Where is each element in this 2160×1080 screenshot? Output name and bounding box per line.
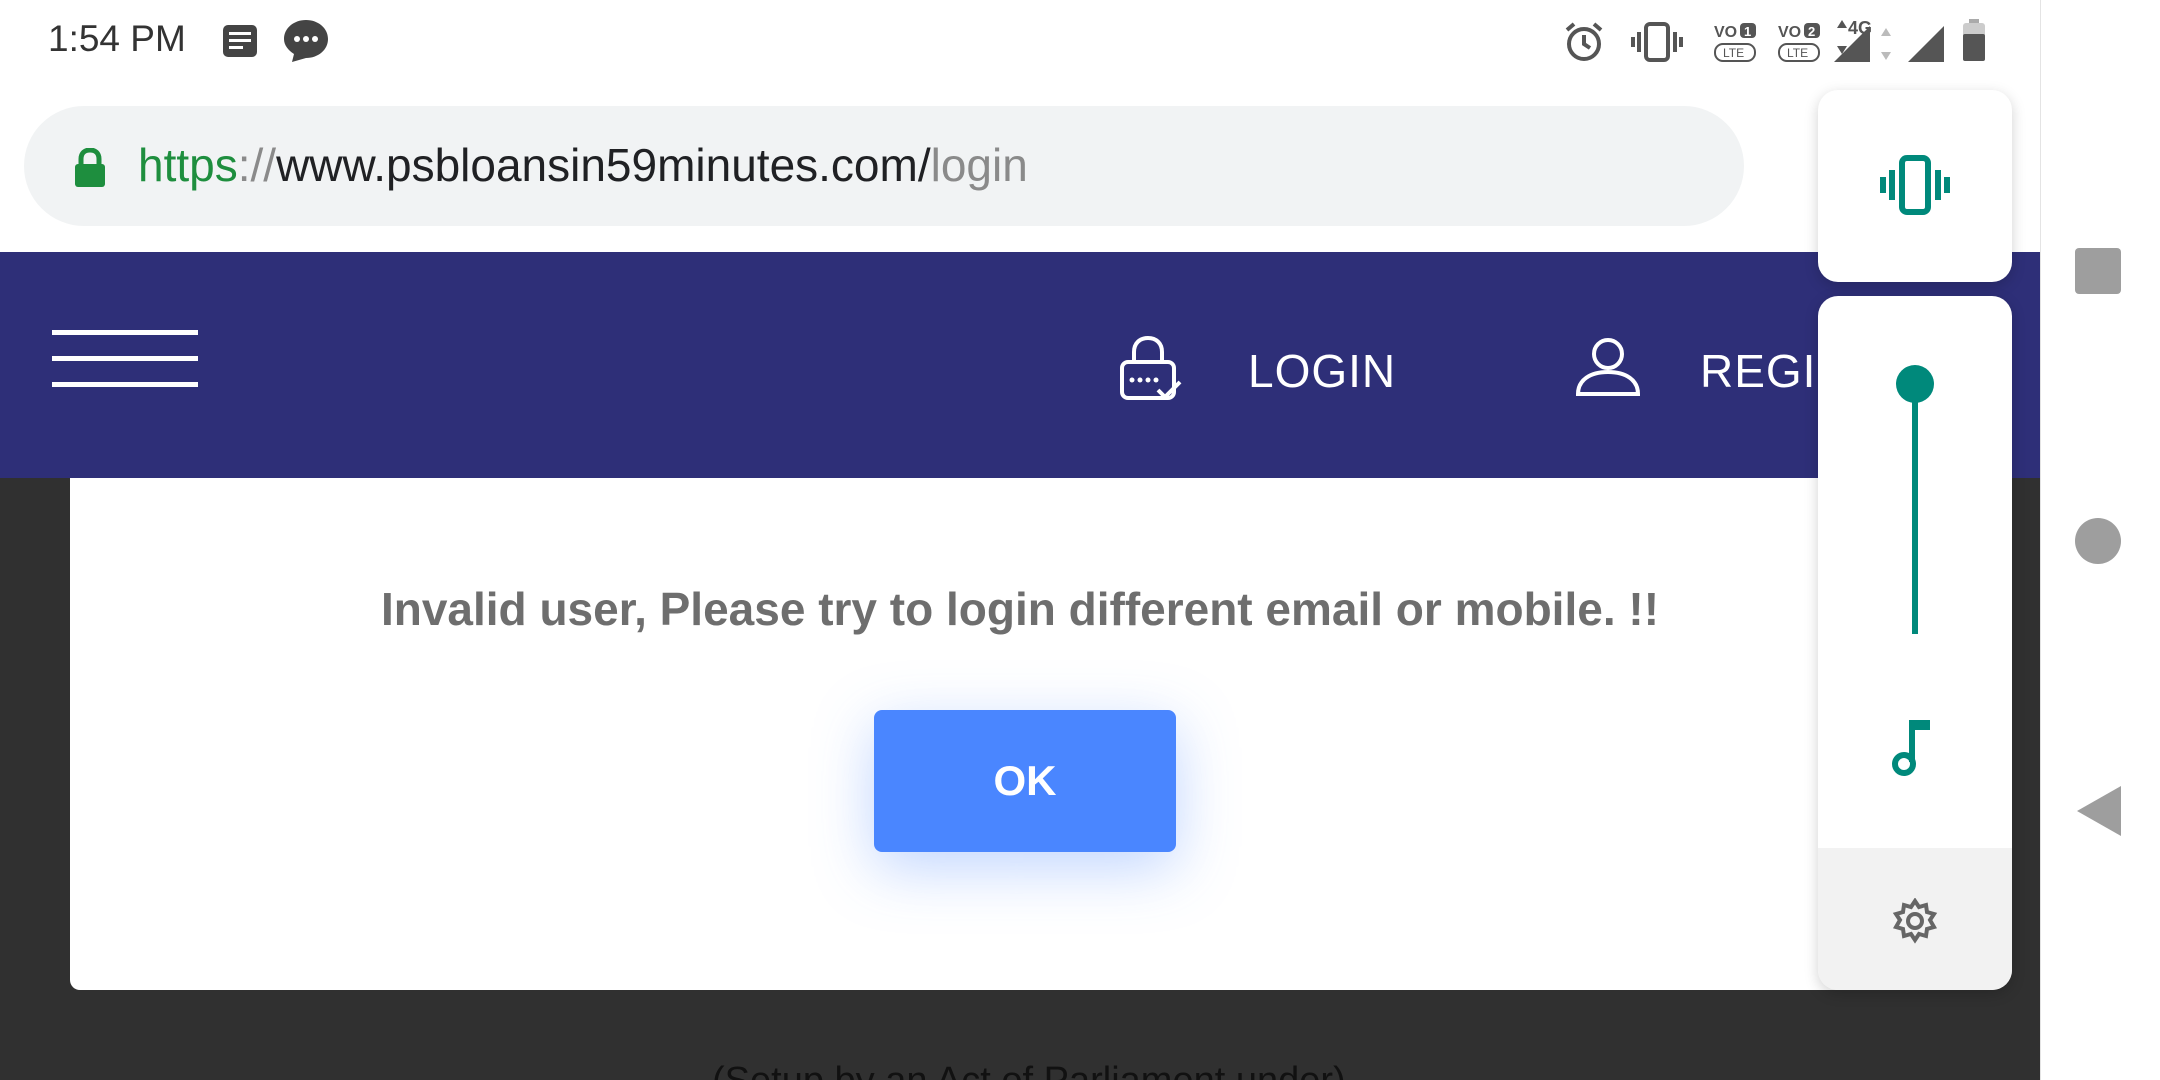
svg-text:LTE: LTE: [1723, 46, 1744, 60]
svg-text:1: 1: [1744, 24, 1751, 39]
status-bar: 1:54 PM VO 1 LTE VO 2 LTE 4G: [0, 0, 2040, 84]
signal-icon: [1832, 24, 1872, 69]
home-button[interactable]: [2075, 518, 2121, 564]
battery-icon: [1962, 18, 1986, 67]
svg-text:2: 2: [1808, 24, 1815, 39]
address-bar[interactable]: https://www.psbloansin59minutes.com/logi…: [24, 106, 1744, 226]
footer-text: (Setup by an Act of Parliament under): [712, 1060, 1346, 1080]
message-icon: [282, 18, 330, 69]
screen: 1:54 PM VO 1 LTE VO 2 LTE 4G https://www…: [0, 0, 2160, 1080]
url-host: www.psbloansin59minutes.com/: [276, 139, 931, 191]
svg-text:VO: VO: [1778, 24, 1801, 41]
volume-slider-fill: [1912, 384, 1918, 634]
url-scheme: https: [138, 139, 238, 191]
ok-button[interactable]: OK: [874, 710, 1176, 852]
url-text[interactable]: https://www.psbloansin59minutes.com/logi…: [138, 138, 1028, 192]
status-time: 1:54 PM: [48, 18, 186, 59]
gear-icon[interactable]: [1892, 897, 1938, 949]
back-button[interactable]: [2075, 784, 2123, 843]
url-path: login: [930, 139, 1028, 191]
user-icon[interactable]: [1574, 336, 1642, 403]
alert-dialog: Invalid user, Please try to login differ…: [70, 478, 1970, 990]
ringer-mode-button[interactable]: [1818, 90, 2012, 282]
alert-message: Invalid user, Please try to login differ…: [380, 583, 1660, 635]
lock-check-icon[interactable]: [1118, 334, 1182, 407]
volte-sim2-icon: VO 2 LTE: [1776, 20, 1824, 69]
notes-icon: [222, 24, 258, 63]
recents-button[interactable]: [2075, 248, 2121, 294]
site-header: LOGIN REGISTER: [0, 252, 2040, 478]
lock-icon: [72, 147, 108, 193]
volume-panel: [1818, 296, 2012, 990]
nav-login-link[interactable]: LOGIN: [1248, 344, 1396, 398]
vibrate-icon: [1630, 20, 1684, 69]
signal-icon: [1906, 24, 1946, 69]
svg-text:VO: VO: [1714, 24, 1737, 41]
system-nav-bar: [2040, 0, 2160, 1080]
svg-text:LTE: LTE: [1787, 46, 1808, 60]
vibrate-icon: [1880, 152, 1950, 223]
url-separator: ://: [237, 139, 277, 191]
volte-sim1-icon: VO 1 LTE: [1712, 20, 1760, 69]
alarm-icon: [1562, 20, 1606, 69]
volume-slider-thumb[interactable]: [1896, 365, 1934, 403]
signal-idle-icon: [1876, 24, 1896, 69]
volume-settings-area: [1818, 848, 2012, 990]
music-note-icon[interactable]: [1892, 716, 1938, 781]
hamburger-menu-button[interactable]: [52, 330, 198, 388]
